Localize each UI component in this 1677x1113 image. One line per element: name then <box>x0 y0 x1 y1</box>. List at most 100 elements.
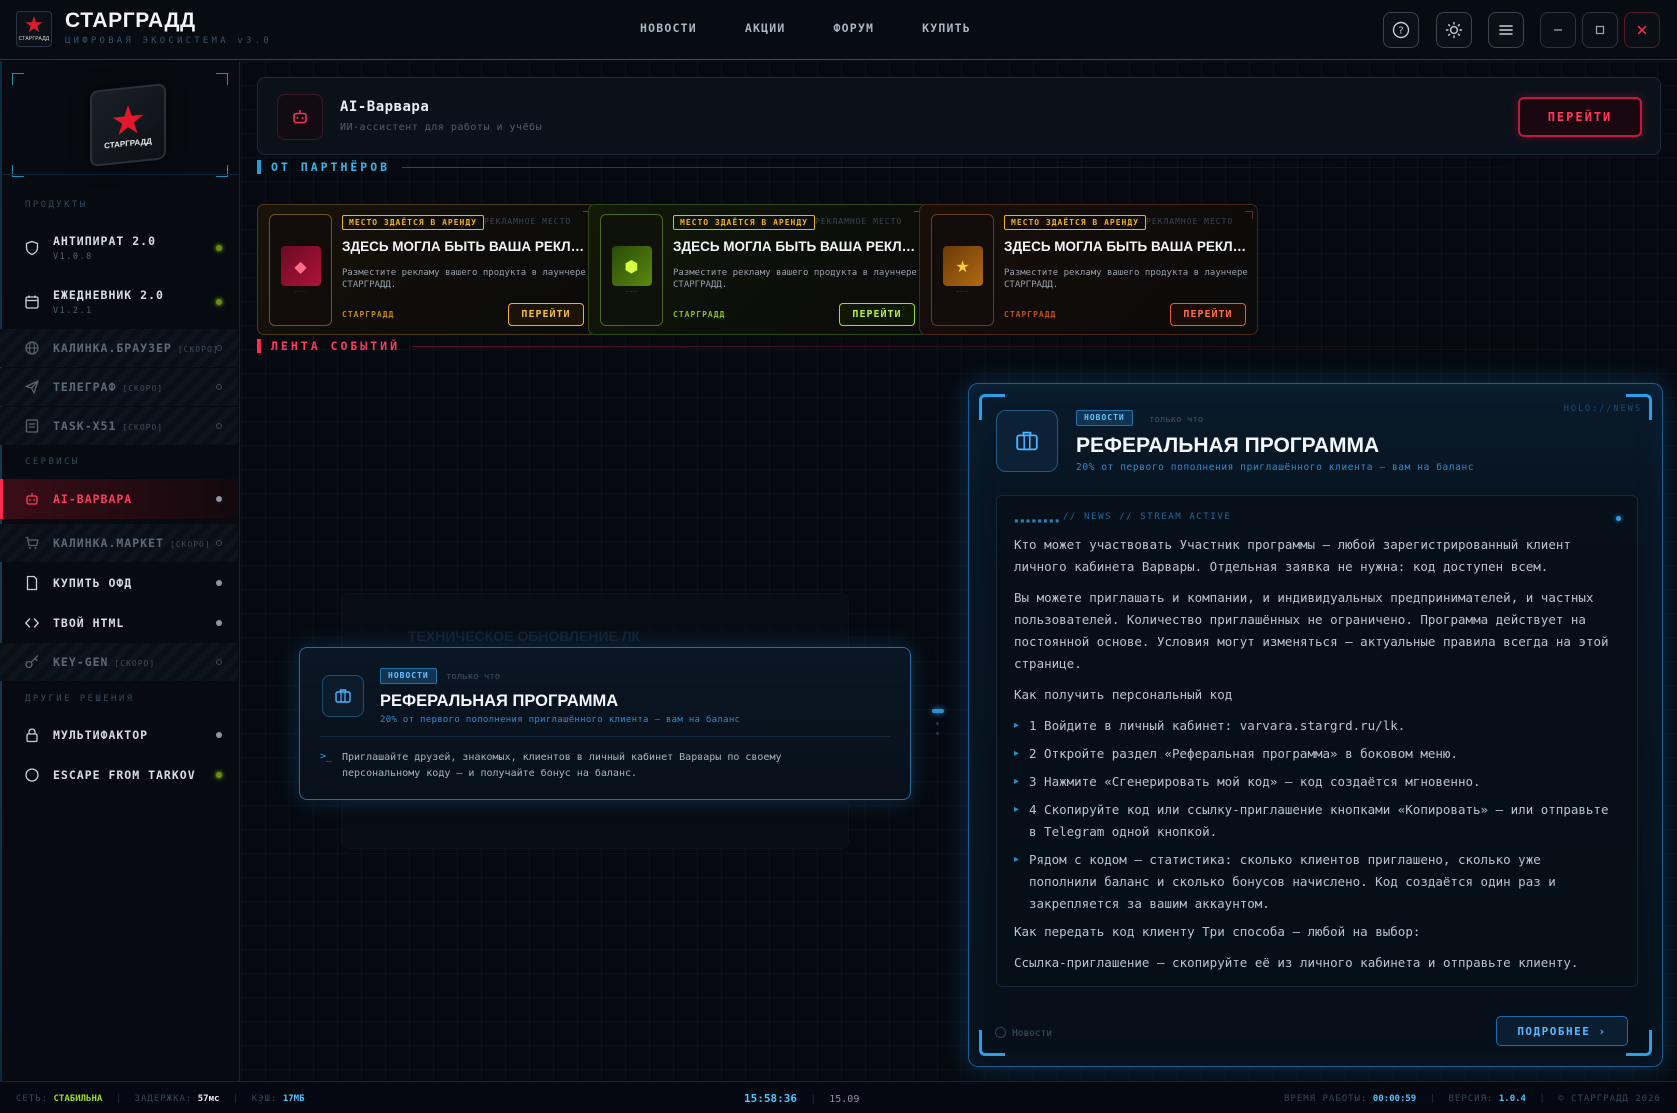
separator: | <box>1429 1094 1436 1104</box>
section-line <box>402 166 1553 168</box>
calendar-icon <box>25 295 39 309</box>
soon-badge: [СКОРО] <box>169 540 211 549</box>
sidebar-item-label: ЕЖЕДНЕВНИК 2.0 <box>53 288 164 302</box>
minimize-button[interactable] <box>1540 12 1576 48</box>
nav-promotions[interactable]: АКЦИИ <box>745 21 786 35</box>
feed-scroll-indicator[interactable] <box>932 709 944 713</box>
feed-scroll-dot[interactable] <box>936 732 939 735</box>
top-navigation: НОВОСТИ АКЦИИ ФОРУМ КУПИТЬ <box>640 21 1019 35</box>
separator: | <box>115 1094 122 1104</box>
status-dot <box>216 384 222 390</box>
news-subtitle: 20% от первого пополнения приглашённого … <box>380 715 741 725</box>
label-text: КАЛИНКА.БРАУЗЕР <box>53 341 172 355</box>
section-services: СЕРВИСЫ <box>25 457 80 467</box>
version-value: 1.0.4 <box>1498 1094 1526 1104</box>
partner-thumb: ★ ····· <box>931 214 994 326</box>
sidebar-item-label: KEY-GEN [СКОРО] <box>53 655 155 669</box>
paragraph: Кто может участвовать Участник программы… <box>1014 537 1571 574</box>
partner-card[interactable]: ◆ ····· МЕСТО ЗДАЁТСЯ В АРЕНДУ РЕКЛАМНОЕ… <box>257 204 596 335</box>
ad-image-icon: ★ <box>942 246 983 286</box>
soon-badge: [СКОРО] <box>177 345 219 354</box>
list-item: 2 Откройте раздел «Реферальная программа… <box>1014 743 1614 765</box>
theme-button[interactable] <box>1436 12 1472 48</box>
sidebar-item-ai-varvara[interactable]: AI-ВАРВАРА <box>0 479 238 519</box>
ai-assistant-card: AI-Варвара ИИ-ассистент для работы и учё… <box>257 77 1661 155</box>
hero-corner <box>12 73 24 85</box>
sidebar-item-label: МУЛЬТИФАКТОР <box>53 728 149 742</box>
version-label: ВЕРСИЯ: <box>1448 1094 1494 1104</box>
sidebar-item-your-html[interactable]: ТВОЙ HTML <box>0 604 238 642</box>
clock-time: 15:58:36 <box>744 1092 797 1105</box>
task-list-icon <box>25 419 39 433</box>
status-clock: 15:58:36 | 15.09 <box>744 1092 859 1105</box>
minimize-icon <box>1554 29 1562 31</box>
sidebar-item-antipirat[interactable]: АНТИПИРАТ 2.0 V1.0.8 <box>0 225 238 271</box>
terminal-prompt-icon: >_ <box>320 751 333 762</box>
partner-card[interactable]: ★ ····· МЕСТО ЗДАЁТСЯ В АРЕНДУ РЕКЛАМНОЕ… <box>919 204 1258 335</box>
partner-thumb: ◆ ····· <box>269 214 332 326</box>
partner-title: ЗДЕСЬ МОГЛА БЫТЬ ВАША РЕКЛАМА <box>673 239 921 254</box>
menu-button[interactable] <box>1488 12 1524 48</box>
more-button[interactable]: ПОДРОБНЕЕ › <box>1496 1016 1628 1046</box>
ai-robot-icon <box>277 94 323 140</box>
nav-forum[interactable]: ФОРУМ <box>834 21 875 35</box>
net-label: СЕТЬ: <box>16 1094 49 1104</box>
rent-badge: МЕСТО ЗДАЁТСЯ В АРЕНДУ <box>342 215 484 230</box>
status-dot <box>216 496 222 502</box>
partner-open-button[interactable]: ПЕРЕЙТИ <box>1170 303 1246 326</box>
divider <box>320 736 890 737</box>
sidebar-item-buy-ofd[interactable]: КУПИТЬ ОФД <box>0 564 238 602</box>
sidebar-item-browser[interactable]: КАЛИНКА.БРАУЗЕР [СКОРО] <box>0 329 238 367</box>
list-item: 3 Нажмите «Сгенерировать мой код» — код … <box>1014 771 1614 793</box>
sidebar-item-planner[interactable]: ЕЖЕДНЕВНИК 2.0 V1.2.1 <box>0 279 238 325</box>
help-button[interactable]: ? <box>1383 12 1419 48</box>
partner-card[interactable]: ⬢ ····· МЕСТО ЗДАЁТСЯ В АРЕНДУ РЕКЛАМНОЕ… <box>588 204 927 335</box>
sidebar-item-multifactor[interactable]: МУЛЬТИФАКТОР <box>0 716 238 754</box>
sidebar-item-escape-from-tarkov[interactable]: ESCAPE FROM TARKOV <box>0 756 238 794</box>
sidebar-item-label: AI-ВАРВАРА <box>53 492 133 506</box>
paragraph: Ссылка-приглашение — скопируйте её из ли… <box>1014 955 1579 970</box>
globe-icon <box>25 341 39 355</box>
section-accent <box>257 339 261 353</box>
nav-buy[interactable]: КУПИТЬ <box>922 21 971 35</box>
partners-section-title: ОТ ПАРТНЁРОВ <box>271 160 391 174</box>
status-right: ВРЕМЯ РАБОТЫ: 00:00:59 | ВЕРСИЯ: 1.0.4 |… <box>1284 1094 1661 1104</box>
news-detail-body[interactable]: ▪▪▪▪▪▪▪▪ // NEWS // STREAM ACTIVE Кто мо… <box>996 495 1638 987</box>
partner-open-button[interactable]: ПЕРЕЙТИ <box>508 303 584 326</box>
brand-cube-image: ★ СТАРГРАДД <box>82 79 174 167</box>
status-dot <box>216 345 222 351</box>
maximize-button[interactable] <box>1582 12 1618 48</box>
section-products: ПРОДУКТЫ <box>25 200 88 210</box>
close-button[interactable] <box>1624 12 1660 48</box>
ai-card-subtitle: ИИ-ассистент для работы и учёбы <box>340 122 543 133</box>
list-item: 4 Скопируйте код или ссылку-приглашение … <box>1014 799 1614 843</box>
status-dot <box>216 659 222 665</box>
cart-icon <box>25 536 39 549</box>
title-bar: ★ СТАРГРАДД СТАРГРАДД ЦИФРОВАЯ ЭКОСИСТЕМ… <box>0 0 1677 60</box>
label-text: ТЕЛЕГРАФ <box>53 380 117 394</box>
sidebar-item-telegraph[interactable]: ТЕЛЕГРАФ [СКОРО] <box>0 368 238 406</box>
ad-label: РЕКЛАМНОЕ МЕСТО <box>484 217 572 226</box>
status-dot <box>216 772 222 778</box>
feed-section-title: ЛЕНТА СОБЫТИЙ <box>271 339 401 353</box>
ghost-card-title: ТЕХНИЧЕСКОЕ ОБНОВЛЕНИЕ ЛК <box>408 628 640 644</box>
sidebar-item-market[interactable]: КАЛИНКА.МАРКЕТ [СКОРО] <box>0 524 238 562</box>
status-dot <box>216 299 222 305</box>
app-logo[interactable]: ★ СТАРГРАДД <box>16 11 52 47</box>
card-corner <box>1245 211 1253 219</box>
sidebar-item-key-gen[interactable]: KEY-GEN [СКОРО] <box>0 643 238 681</box>
sidebar-item-task-x51[interactable]: TASK-X51 [СКОРО] <box>0 407 238 445</box>
status-dot <box>216 245 222 251</box>
partner-open-button[interactable]: ПЕРЕЙТИ <box>839 303 915 326</box>
app-title: СТАРГРАДД <box>65 9 196 32</box>
ghost-feed-card: ТЕХНИЧЕСКОЕ ОБНОВЛЕНИЕ ЛК <box>341 593 849 653</box>
feed-news-card[interactable]: НОВОСТИ только что РЕФЕРАЛЬНАЯ ПРОГРАММА… <box>299 647 911 800</box>
nav-news[interactable]: НОВОСТИ <box>640 21 697 35</box>
ai-open-button[interactable]: ПЕРЕЙТИ <box>1518 97 1642 137</box>
feed-scroll-dot[interactable] <box>936 722 939 725</box>
news-tag: НОВОСТИ <box>1076 410 1133 426</box>
news-category: Новости <box>1012 1028 1053 1039</box>
thumb-caption: ····· <box>294 289 307 294</box>
stream-status-dot <box>1616 516 1621 521</box>
thumb-caption: ····· <box>625 289 638 294</box>
